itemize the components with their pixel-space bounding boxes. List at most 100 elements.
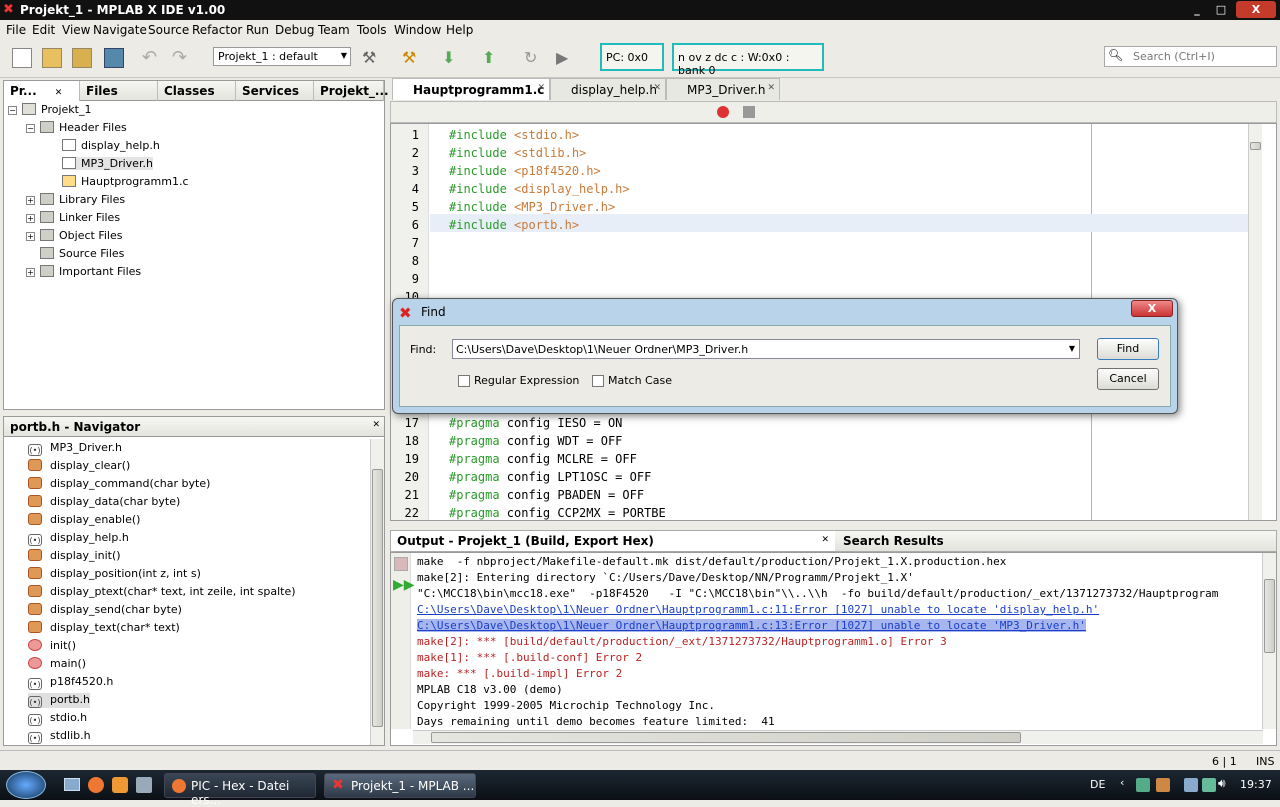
nav-item[interactable]: display_position(int z, int s): [28, 567, 201, 580]
menu-navigate[interactable]: Navigate: [93, 23, 147, 37]
explorer-icon[interactable]: [136, 777, 152, 793]
tree-file-hauptprogramm[interactable]: Hauptprogramm1.c: [62, 175, 189, 188]
tab-projekt[interactable]: Projekt_...: [314, 81, 389, 101]
tab-services[interactable]: Services: [236, 81, 314, 101]
close-icon[interactable]: ✕: [537, 83, 545, 93]
close-icon[interactable]: ✕: [653, 83, 661, 93]
redo-icon[interactable]: ↷: [172, 48, 192, 68]
nav-item[interactable]: init(): [28, 639, 76, 652]
tab-search-results[interactable]: Search Results: [837, 531, 950, 551]
menu-source[interactable]: Source: [148, 23, 189, 37]
tree-root[interactable]: − Projekt_1: [8, 103, 91, 116]
nav-item[interactable]: display_clear(): [28, 459, 130, 472]
nav-item[interactable]: main(): [28, 657, 86, 670]
editor-scrollbar[interactable]: [1248, 124, 1262, 520]
language-indicator[interactable]: DE: [1090, 778, 1105, 791]
tree-linker-files[interactable]: + Linker Files: [26, 211, 120, 224]
menu-window[interactable]: Window: [394, 23, 441, 37]
configuration-select[interactable]: Projekt_1 : default ▼: [213, 47, 351, 66]
search-input[interactable]: Search (Ctrl+I): [1104, 46, 1277, 67]
network-icon[interactable]: [1136, 778, 1150, 792]
start-button[interactable]: [6, 771, 46, 799]
expand-icon[interactable]: +: [26, 232, 35, 241]
rerun-icon[interactable]: ▶▶: [393, 577, 415, 593]
security-icon[interactable]: [1156, 778, 1170, 792]
menu-file[interactable]: File: [6, 23, 26, 37]
dialog-close-button[interactable]: X: [1131, 300, 1173, 317]
read-device-icon[interactable]: ⬆: [482, 48, 502, 68]
output-hscrollbar[interactable]: [413, 730, 1263, 744]
nav-item[interactable]: (•) stdlib.h: [28, 729, 91, 744]
nav-item[interactable]: display_data(char byte): [28, 495, 180, 508]
tab-hauptprogramm[interactable]: Hauptprogramm1.c ✕: [392, 78, 550, 100]
build-hammer-icon[interactable]: ⚒: [362, 48, 382, 68]
tray-expand-icon[interactable]: ‹: [1120, 776, 1124, 789]
undo-icon[interactable]: ↶: [142, 48, 162, 68]
close-icon[interactable]: ✕: [821, 535, 829, 545]
scrollbar-thumb[interactable]: [431, 732, 1021, 743]
error-link-selected[interactable]: C:\Users\Dave\Desktop\1\Neuer Ordner\Hau…: [417, 619, 1086, 632]
tree-source-files[interactable]: Source Files: [40, 247, 124, 260]
display-icon[interactable]: [1202, 778, 1216, 792]
tree-file-display-help[interactable]: display_help.h: [62, 139, 160, 152]
tab-mp3-driver[interactable]: MP3_Driver.h ✕: [666, 78, 780, 100]
nav-item[interactable]: (•) display_help.h: [28, 531, 129, 546]
taskbar-task-mplab[interactable]: ✖ Projekt_1 - MPLAB ...: [324, 773, 476, 798]
output-vscrollbar[interactable]: [1262, 553, 1276, 729]
nav-item[interactable]: display_enable(): [28, 513, 140, 526]
stop-build-icon[interactable]: [394, 557, 408, 571]
find-button[interactable]: Find: [1097, 338, 1159, 360]
tab-display-help[interactable]: display_help.h ✕: [550, 78, 666, 100]
open-project-icon[interactable]: [72, 48, 92, 68]
maximize-button[interactable]: □: [1208, 1, 1234, 18]
scrollbar-thumb[interactable]: [372, 469, 383, 727]
error-link-line[interactable]: C:\Users\Dave\Desktop\1\Neuer Ordner\Hau…: [417, 603, 1099, 616]
tab-files[interactable]: Files: [80, 81, 158, 101]
clean-build-icon[interactable]: ⚒: [402, 48, 422, 68]
nav-item-selected[interactable]: (•) portb.h: [28, 693, 90, 708]
save-all-icon[interactable]: [104, 48, 124, 68]
tab-classes[interactable]: Classes: [158, 81, 236, 101]
match-case-checkbox[interactable]: [592, 375, 604, 387]
firefox-icon[interactable]: [88, 777, 104, 793]
nav-item[interactable]: display_text(char* text): [28, 621, 180, 634]
close-icon[interactable]: ✕: [372, 420, 380, 430]
reset-icon[interactable]: ↻: [524, 48, 544, 68]
nav-item[interactable]: (•) p18f4520.h: [28, 675, 113, 690]
close-icon[interactable]: ✕: [55, 88, 63, 98]
tree-header-files[interactable]: − Header Files: [26, 121, 127, 134]
find-input[interactable]: C:\Users\Dave\Desktop\1\Neuer Ordner\MP3…: [452, 339, 1080, 359]
navigator-scrollbar[interactable]: [370, 439, 384, 745]
menu-tools[interactable]: Tools: [357, 23, 387, 37]
output-console[interactable]: ▶▶ make -f nbproject/Makefile-default.mk…: [390, 552, 1277, 746]
menu-refactor[interactable]: Refactor: [192, 23, 242, 37]
close-icon[interactable]: ✕: [767, 83, 775, 93]
tab-output[interactable]: Output - Projekt_1 (Build, Export Hex) ✕: [391, 531, 835, 551]
tree-file-mp3-driver[interactable]: MP3_Driver.h: [62, 157, 153, 170]
tree-library-files[interactable]: + Library Files: [26, 193, 125, 206]
nav-item[interactable]: display_ptext(char* text, int zeile, int…: [28, 585, 296, 598]
menu-debug[interactable]: Debug: [275, 23, 314, 37]
menu-team[interactable]: Team: [318, 23, 350, 37]
minimize-button[interactable]: _: [1184, 1, 1210, 18]
regex-checkbox[interactable]: [458, 375, 470, 387]
program-device-icon[interactable]: ⬇: [442, 48, 462, 68]
collapse-icon[interactable]: −: [26, 124, 35, 133]
stop-macro-icon[interactable]: [743, 106, 755, 118]
record-macro-icon[interactable]: [717, 106, 729, 118]
tree-object-files[interactable]: + Object Files: [26, 229, 122, 242]
scrollbar-thumb[interactable]: [1264, 579, 1275, 653]
show-desktop-icon[interactable]: [64, 778, 80, 791]
close-window-button[interactable]: X: [1236, 1, 1276, 18]
new-file-icon[interactable]: [12, 48, 32, 68]
nav-item[interactable]: display_command(char byte): [28, 477, 210, 490]
menu-help[interactable]: Help: [446, 23, 473, 37]
new-project-icon[interactable]: [42, 48, 62, 68]
volume-icon[interactable]: 🔊︎: [1218, 776, 1226, 791]
nav-item[interactable]: display_init(): [28, 549, 121, 562]
menu-edit[interactable]: Edit: [32, 23, 55, 37]
expand-icon[interactable]: +: [26, 196, 35, 205]
cancel-button[interactable]: Cancel: [1097, 368, 1159, 390]
expand-icon[interactable]: +: [26, 268, 35, 277]
connection-icon[interactable]: [1184, 778, 1198, 792]
